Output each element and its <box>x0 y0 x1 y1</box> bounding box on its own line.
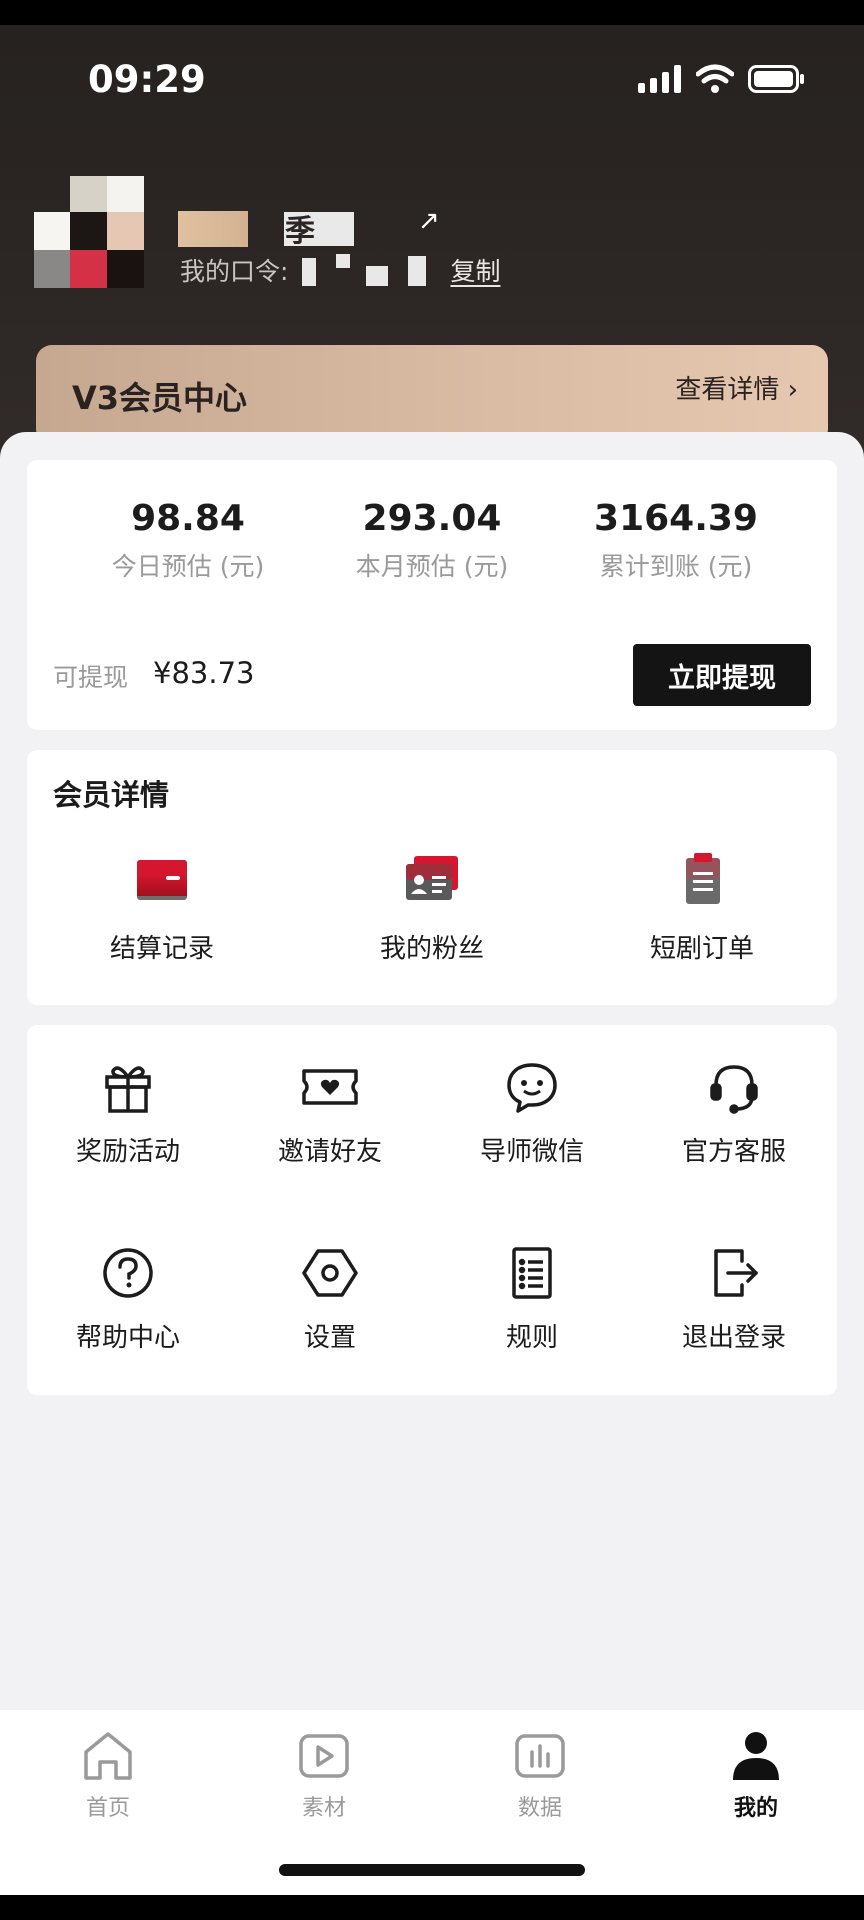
mentor-wechat-label: 导师微信 <box>479 1137 584 1167</box>
tab-home-label: 首页 <box>85 1796 130 1821</box>
video-play-icon <box>299 1734 349 1778</box>
avatar[interactable] <box>34 176 146 288</box>
tab-materials-label: 素材 <box>301 1796 346 1821</box>
stat-value: 293.04 <box>362 498 502 539</box>
settings-label: 设置 <box>303 1323 356 1353</box>
view-details-label: 查看详情 <box>675 375 780 405</box>
headset-icon <box>710 1065 758 1114</box>
tools-card: 奖励活动 邀请好友 导师微信 官方客服 帮助中心 设置 规则 退出登录 <box>27 1025 837 1395</box>
wallet-icon <box>137 860 187 900</box>
settlement-records-label: 结算记录 <box>109 934 214 964</box>
order-clipboard-icon <box>686 853 720 904</box>
help-center-label: 帮助中心 <box>75 1323 180 1353</box>
logout-icon <box>714 1249 758 1297</box>
stat-label: 本月预估 (元) <box>355 552 509 581</box>
rules-label: 规则 <box>505 1323 558 1353</box>
stat-month: 293.04 本月预估 (元) <box>297 498 567 583</box>
chat-bubble-icon <box>507 1063 557 1113</box>
bar-chart-icon <box>515 1734 565 1778</box>
settings-button[interactable]: 设置 <box>229 1243 431 1354</box>
vip-title: V3会员中心 <box>72 379 248 417</box>
gift-icon <box>105 1066 151 1113</box>
status-time: 09:29 <box>88 58 206 101</box>
customer-service-label: 官方客服 <box>681 1137 786 1167</box>
tab-mine[interactable]: 我的 <box>648 1728 864 1822</box>
passcode-row: 我的口令: 复制 <box>180 252 500 288</box>
rewards-activity-button[interactable]: 奖励活动 <box>27 1057 229 1168</box>
wifi-icon <box>696 64 734 93</box>
edit-arrow-icon[interactable]: ↗ <box>418 206 440 236</box>
help-center-button[interactable]: 帮助中心 <box>27 1243 229 1354</box>
ticket-heart-icon <box>302 1069 358 1105</box>
my-fans-label: 我的粉丝 <box>379 934 484 964</box>
nickname-blur <box>178 211 248 247</box>
settings-hexagon-icon <box>302 1249 358 1297</box>
person-icon <box>733 1732 779 1780</box>
stat-label: 今日预估 (元) <box>111 552 265 581</box>
battery-icon <box>748 65 804 93</box>
tab-home[interactable]: 首页 <box>0 1728 216 1822</box>
cellular-signal-icon <box>638 65 681 93</box>
tab-data-label: 数据 <box>517 1796 562 1821</box>
passcode-redaction <box>300 252 430 288</box>
app-screen: 09:29 季 ↗ 我的口令: 复制 V3会员中心 查看详情 › 98.84 今… <box>0 0 864 1920</box>
my-fans-button[interactable]: 我的粉丝 <box>297 850 567 965</box>
nickname: 季 <box>285 214 315 249</box>
chevron-right-icon: › <box>779 375 798 405</box>
membership-title: 会员详情 <box>53 778 170 812</box>
rules-list-icon <box>512 1247 552 1299</box>
top-black-edge <box>0 0 864 25</box>
view-details-link[interactable]: 查看详情 › <box>675 369 798 406</box>
tab-data[interactable]: 数据 <box>432 1728 648 1822</box>
withdrawable-amount: ¥83.73 <box>153 656 255 690</box>
logout-label: 退出登录 <box>681 1323 786 1353</box>
logout-button[interactable]: 退出登录 <box>633 1243 835 1354</box>
bottom-black-edge <box>0 1895 864 1920</box>
copy-passcode-link[interactable]: 复制 <box>450 252 500 288</box>
settlement-records-button[interactable]: 结算记录 <box>27 850 297 965</box>
stat-label: 累计到账 (元) <box>599 552 753 581</box>
stat-value: 98.84 <box>131 498 245 539</box>
tab-mine-label: 我的 <box>733 1796 778 1821</box>
invite-friends-button[interactable]: 邀请好友 <box>229 1057 431 1168</box>
status-icons <box>638 64 806 94</box>
drama-orders-button[interactable]: 短剧订单 <box>567 850 837 965</box>
membership-card: 会员详情 结算记录 我的粉丝 短剧订单 <box>27 750 837 1005</box>
stat-value: 3164.39 <box>594 498 758 539</box>
rewards-activity-label: 奖励活动 <box>75 1137 180 1167</box>
tab-materials[interactable]: 素材 <box>216 1728 432 1822</box>
passcode-label: 我的口令: <box>180 257 289 286</box>
stat-today: 98.84 今日预估 (元) <box>53 498 323 583</box>
customer-service-button[interactable]: 官方客服 <box>633 1057 835 1168</box>
help-circle-icon <box>103 1248 153 1298</box>
stat-total: 3164.39 累计到账 (元) <box>541 498 811 583</box>
fans-card-icon <box>406 856 458 900</box>
withdrawable-label: 可提现 <box>53 663 129 692</box>
drama-orders-label: 短剧订单 <box>649 934 754 964</box>
invite-friends-label: 邀请好友 <box>277 1137 382 1167</box>
home-icon <box>84 1732 132 1780</box>
rules-button[interactable]: 规则 <box>431 1243 633 1354</box>
vip-center-banner[interactable]: V3会员中心 查看详情 › <box>36 345 828 445</box>
mentor-wechat-button[interactable]: 导师微信 <box>431 1057 633 1168</box>
earnings-card: 98.84 今日预估 (元) 293.04 本月预估 (元) 3164.39 累… <box>27 460 837 730</box>
withdraw-button[interactable]: 立即提现 <box>633 644 811 706</box>
home-indicator[interactable] <box>279 1864 585 1876</box>
